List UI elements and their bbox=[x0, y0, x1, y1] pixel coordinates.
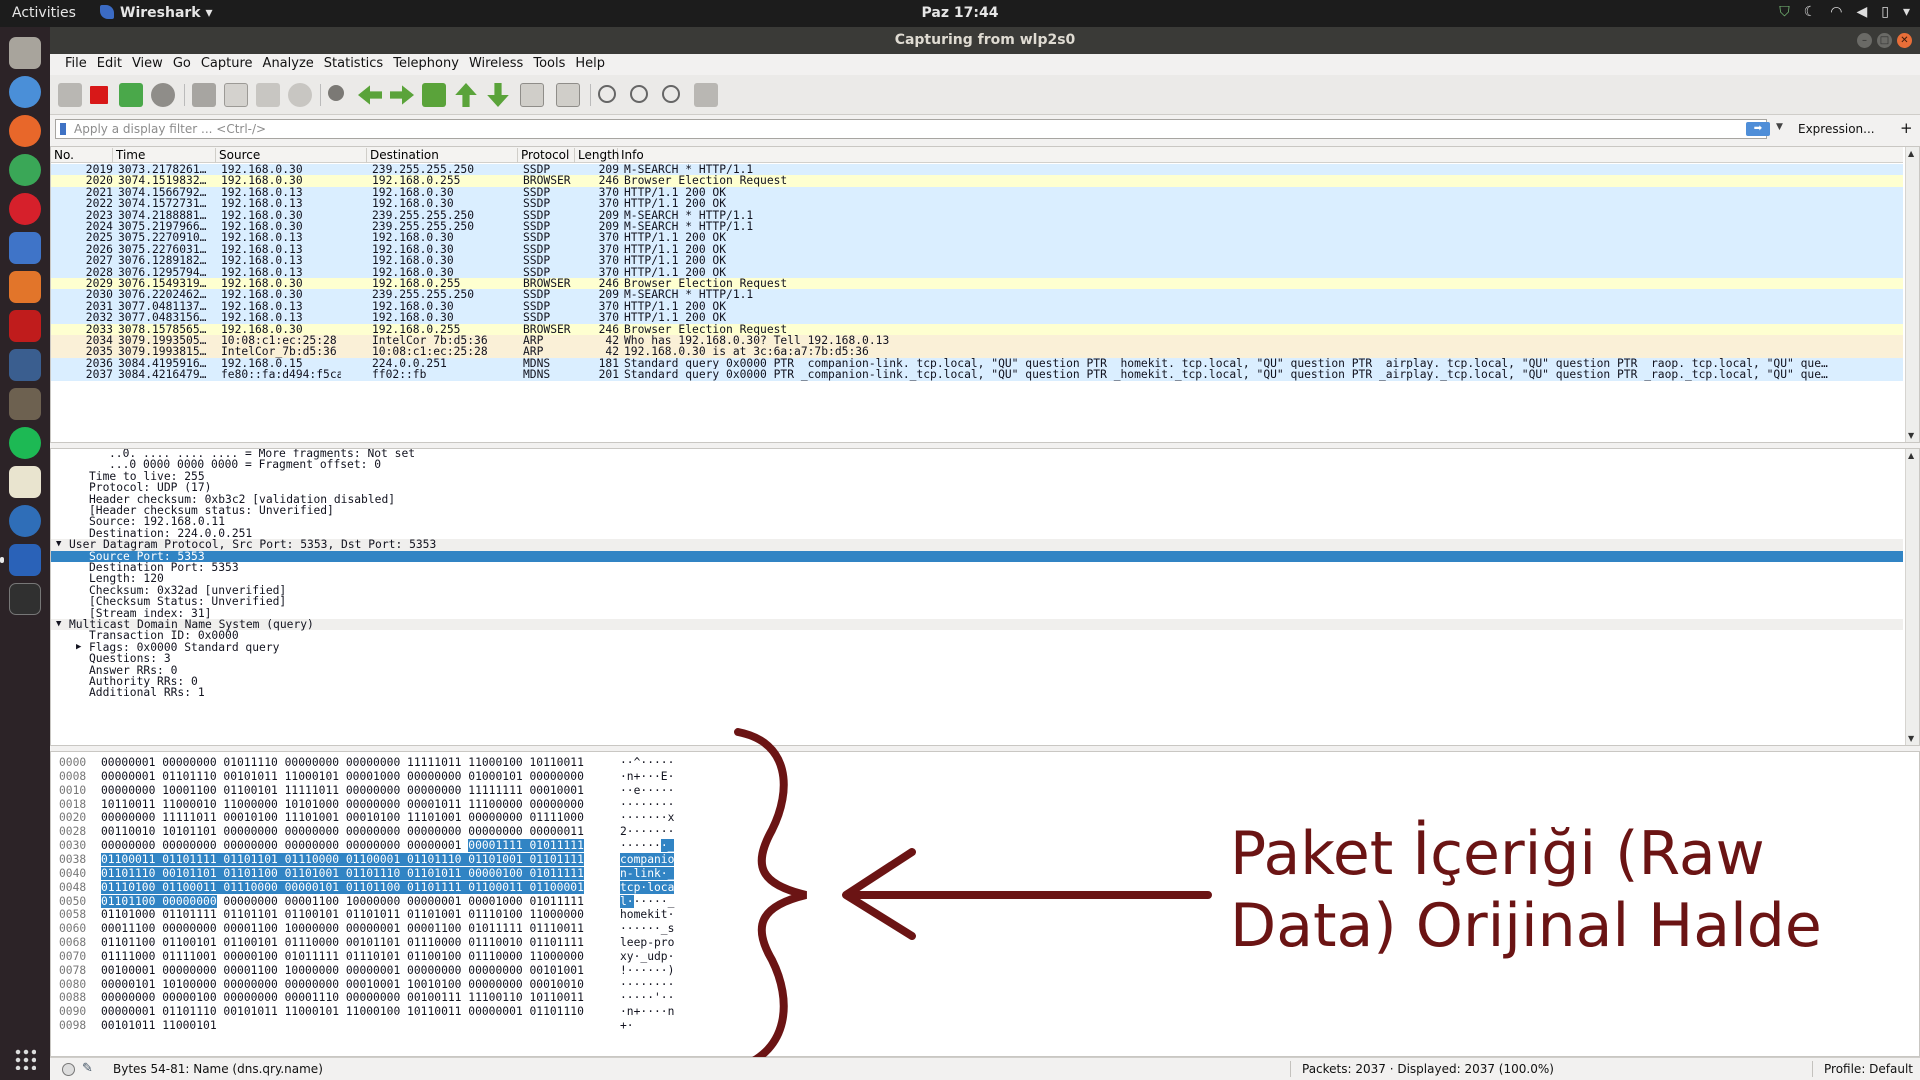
status-packet-count: Packets: 2037 · Displayed: 2037 (100.0%) bbox=[1302, 1062, 1554, 1076]
annotation-text: Paket İçeriği (Raw Data) Orijinal Halde bbox=[1230, 818, 1910, 962]
status-field-info: Bytes 54-81: Name (dns.qry.name) bbox=[113, 1062, 323, 1076]
annotation-brace bbox=[734, 728, 807, 1072]
expert-info-icon[interactable] bbox=[62, 1063, 75, 1076]
annotation-arrow bbox=[842, 848, 1212, 940]
edit-comment-icon[interactable]: ✎ bbox=[82, 1061, 93, 1076]
status-bar: ✎ Bytes 54-81: Name (dns.qry.name) Packe… bbox=[50, 1057, 1920, 1080]
annotation-line-2: Data) Orijinal Halde bbox=[1230, 891, 1822, 961]
status-profile[interactable]: Profile: Default bbox=[1824, 1062, 1913, 1076]
annotation-line-1: Paket İçeriği (Raw bbox=[1230, 819, 1765, 889]
